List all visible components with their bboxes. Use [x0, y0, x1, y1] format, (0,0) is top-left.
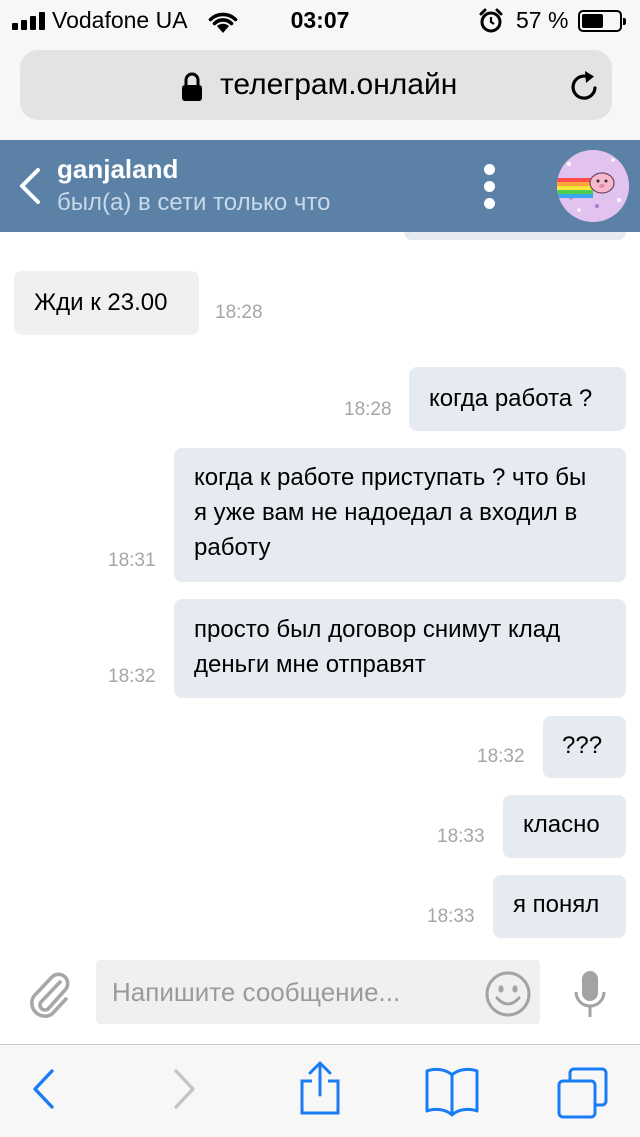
forward-arrow-icon[interactable]: [170, 1067, 198, 1111]
message-composer: [0, 952, 640, 1044]
browser-toolbar: [0, 1044, 640, 1137]
message-bubble-outgoing[interactable]: когда работа ?: [409, 367, 626, 431]
message-text: когда к работе приступать ? что бы я уже…: [194, 464, 587, 561]
message-text: просто был договор снимут клад деньги мн…: [194, 616, 561, 678]
share-icon[interactable]: [298, 1061, 342, 1117]
contact-presence: был(а) в сети только что: [57, 189, 331, 216]
bookmarks-icon[interactable]: [424, 1065, 480, 1117]
message-bubble-outgoing[interactable]: ???: [543, 716, 626, 778]
message-time: 18:33: [427, 906, 475, 927]
message-time: 18:32: [108, 666, 156, 687]
message-bubble-partial: [404, 232, 626, 240]
message-bubble-outgoing[interactable]: я понял: [493, 875, 626, 938]
tabs-icon[interactable]: [556, 1067, 610, 1121]
message-list[interactable]: Жди к 23.00 18:28 18:28 когда работа ? 1…: [0, 232, 640, 952]
message-bubble-outgoing[interactable]: просто был договор снимут клад деньги мн…: [174, 599, 626, 698]
message-text: Жди к 23.00: [34, 289, 168, 316]
battery-percentage: 57 %: [516, 7, 569, 33]
more-options-icon[interactable]: [478, 160, 502, 214]
emoji-icon[interactable]: [484, 970, 532, 1018]
message-bubble-outgoing[interactable]: когда к работе приступать ? что бы я уже…: [174, 448, 626, 582]
message-text: когда работа ?: [429, 385, 593, 412]
message-time: 18:33: [437, 826, 485, 847]
battery-icon: [578, 10, 626, 32]
chat-header: ganjaland был(а) в сети только что: [0, 140, 640, 232]
message-time: 18:32: [477, 746, 525, 767]
url-text: телеграм.онлайн: [220, 68, 458, 101]
message-time: 18:28: [344, 399, 392, 420]
reload-icon[interactable]: [568, 70, 602, 104]
message-text: я понял: [513, 891, 600, 918]
back-arrow-icon[interactable]: [30, 1067, 58, 1111]
url-field[interactable]: телеграм.онлайн: [20, 50, 612, 120]
avatar[interactable]: [557, 150, 629, 222]
message-bubble-outgoing[interactable]: класно: [503, 795, 626, 858]
status-bar: Vodafone UA 03:07 57 %: [0, 0, 640, 42]
message-bubble-incoming[interactable]: Жди к 23.00: [14, 271, 199, 335]
message-time: 18:28: [215, 302, 263, 323]
browser-address-bar: телеграм.онлайн: [0, 42, 640, 141]
alarm-clock-icon: [479, 8, 503, 33]
paperclip-icon[interactable]: [26, 966, 72, 1020]
message-input[interactable]: [96, 960, 540, 1024]
microphone-icon[interactable]: [572, 970, 608, 1020]
message-text: класно: [523, 811, 600, 838]
lock-icon: [182, 72, 202, 101]
message-time: 18:31: [108, 550, 156, 571]
back-chevron-icon[interactable]: [16, 166, 44, 206]
contact-name[interactable]: ganjaland: [57, 154, 178, 185]
message-text: ???: [562, 732, 603, 759]
